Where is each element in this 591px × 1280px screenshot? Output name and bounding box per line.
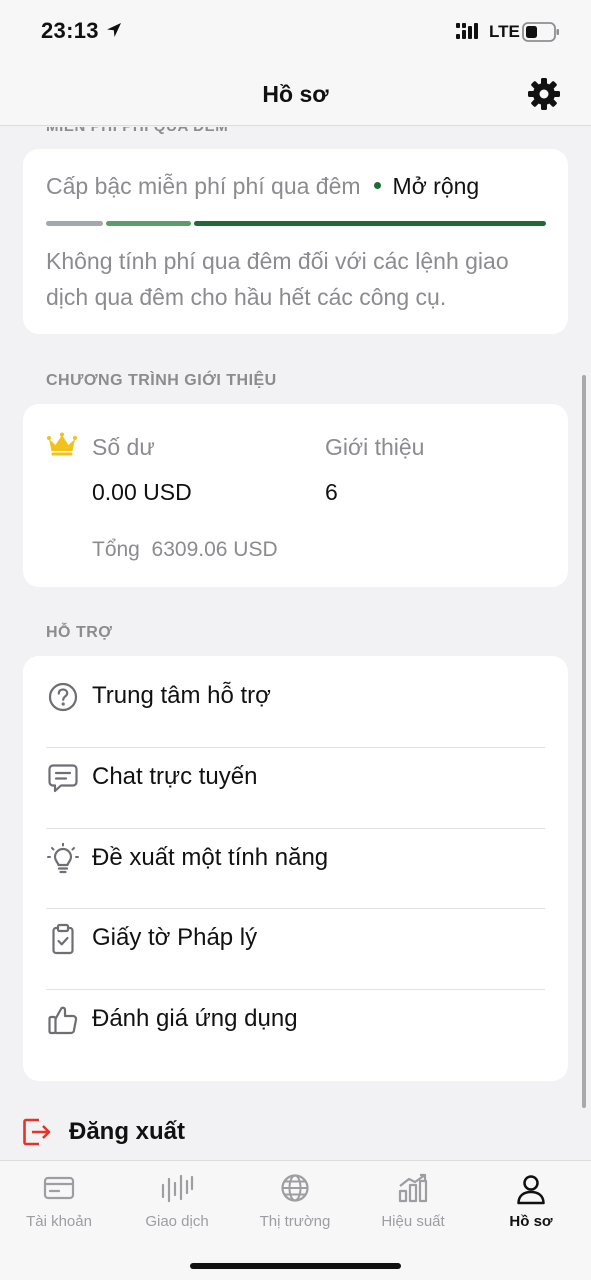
person-icon — [515, 1173, 547, 1210]
tab-markets[interactable]: Thị trường — [236, 1161, 354, 1241]
support-item-label: Chat trực tuyến — [92, 763, 258, 790]
tab-trade[interactable]: Giao dịch — [118, 1161, 236, 1241]
crown-icon — [47, 432, 77, 461]
question-circle-icon — [47, 681, 79, 713]
tier-value: Mở rộng — [392, 173, 480, 199]
tab-account[interactable]: Tài khoản — [0, 1161, 118, 1241]
total-value: 6309.06 USD — [151, 538, 278, 561]
candles-icon — [160, 1173, 194, 1208]
tier-status-dot — [373, 182, 381, 190]
support-item-suggest-feature[interactable]: Đề xuất một tính năng — [23, 818, 568, 898]
tier-progress-segment-3 — [194, 221, 546, 226]
status-bar: 23:13 LTE — [0, 0, 591, 62]
tier-label: Cấp bậc miễn phí phí qua đêm — [46, 173, 361, 199]
logout-label: Đăng xuất — [69, 1118, 186, 1145]
thumbs-up-icon — [47, 1004, 79, 1036]
overnight-description: Không tính phí qua đêm đối với các lệnh … — [46, 248, 509, 310]
tab-label: Thị trường — [259, 1213, 331, 1230]
balance-value: 0.00 USD — [92, 479, 192, 505]
tab-performance[interactable]: Hiệu suất — [354, 1161, 472, 1241]
section-label-support: HỖ TRỢ — [46, 624, 113, 641]
chat-bubble-icon — [47, 762, 79, 794]
status-time: 23:13 — [41, 18, 99, 43]
battery-icon — [522, 22, 560, 47]
tab-label: Giao dịch — [145, 1213, 209, 1230]
support-card: Trung tâm hỗ trợ Chat trực tuyến Đề xuất… — [23, 656, 568, 1081]
network-type: LTE — [489, 22, 520, 41]
support-item-legal-documents[interactable]: Giấy tờ Pháp lý — [23, 898, 568, 978]
support-item-live-chat[interactable]: Chat trực tuyến — [23, 737, 568, 817]
support-item-label: Đánh giá ứng dụng — [92, 1005, 298, 1032]
tier-progress-segment-2 — [106, 221, 191, 226]
referrals-value: 6 — [325, 479, 338, 505]
referrals-label: Giới thiệu — [325, 434, 425, 460]
referral-card[interactable]: Số dư 0.00 USD Giới thiệu 6 Tổng 6309.06… — [23, 404, 568, 587]
scrollbar[interactable] — [582, 375, 586, 1108]
support-item-help-center[interactable]: Trung tâm hỗ trợ — [23, 656, 568, 736]
tab-label: Hồ sơ — [509, 1213, 553, 1230]
tier-progress-bar — [46, 221, 546, 226]
signal-strength-icon — [456, 23, 482, 46]
globe-icon — [280, 1173, 310, 1208]
home-indicator — [190, 1263, 401, 1269]
tab-profile[interactable]: Hồ sơ — [472, 1161, 590, 1241]
overnight-tier-row: Cấp bậc miễn phí phí qua đêm Mở rộng — [46, 173, 479, 200]
logout-icon — [22, 1117, 52, 1152]
balance-label: Số dư — [92, 434, 155, 460]
section-label-referral: CHƯƠNG TRÌNH GIỚI THIỆU — [46, 372, 277, 389]
support-item-label: Trung tâm hỗ trợ — [92, 682, 271, 709]
clipboard-check-icon — [47, 923, 79, 955]
tab-label: Tài khoản — [26, 1213, 92, 1230]
tab-label: Hiệu suất — [381, 1213, 445, 1230]
card-icon — [43, 1173, 75, 1208]
performance-chart-icon — [397, 1173, 429, 1208]
lightbulb-icon — [47, 842, 79, 875]
total-label: Tổng — [92, 538, 140, 561]
location-arrow-icon — [106, 22, 122, 43]
tier-progress-segment-1 — [46, 221, 103, 226]
profile-scroll-content[interactable]: MIỄN PHÍ PHÍ QUA ĐÊM Cấp bậc miễn phí ph… — [0, 127, 591, 1160]
overnight-fee-card: Cấp bậc miễn phí phí qua đêm Mở rộng Khôn… — [23, 149, 568, 334]
navigation-header: Hồ sơ — [0, 62, 591, 126]
referral-total: Tổng 6309.06 USD — [92, 538, 278, 562]
support-item-label: Giấy tờ Pháp lý — [92, 924, 258, 951]
bottom-tab-bar: Tài khoản Giao dịch Thị trường Hiệu suất… — [0, 1160, 591, 1280]
page-title: Hồ sơ — [262, 81, 329, 107]
settings-gear-icon[interactable] — [526, 76, 562, 117]
support-item-label: Đề xuất một tính năng — [92, 844, 329, 871]
logout-button[interactable]: Đăng xuất — [0, 1112, 300, 1152]
section-label-overnight: MIỄN PHÍ PHÍ QUA ĐÊM — [46, 127, 228, 135]
support-item-rate-app[interactable]: Đánh giá ứng dụng — [23, 979, 568, 1059]
